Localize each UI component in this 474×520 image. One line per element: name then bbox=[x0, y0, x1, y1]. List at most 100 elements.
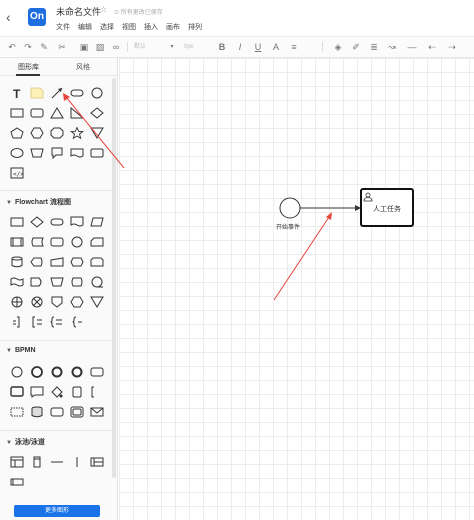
display-shape-icon[interactable] bbox=[30, 256, 44, 268]
bpmn-data-store-icon[interactable] bbox=[30, 406, 44, 418]
drawing-canvas[interactable] bbox=[119, 58, 474, 520]
data-shape-icon[interactable] bbox=[90, 216, 104, 228]
align-icon[interactable]: ≡ bbox=[288, 41, 300, 53]
manual-operation-shape-icon[interactable] bbox=[50, 276, 64, 288]
bracket-annotation-shape-icon[interactable] bbox=[30, 316, 44, 328]
clear-format-icon[interactable]: ✂ bbox=[56, 41, 68, 53]
horizontal-lane-icon[interactable] bbox=[10, 476, 24, 488]
link-icon[interactable]: ∞ bbox=[110, 41, 122, 53]
preparation-shape-icon[interactable] bbox=[70, 256, 84, 268]
annotation-shape-icon[interactable] bbox=[10, 316, 24, 328]
picture-icon[interactable]: ▨ bbox=[94, 41, 106, 53]
pentagon-shape-icon[interactable] bbox=[10, 127, 24, 139]
summing-junction-shape-icon[interactable] bbox=[10, 296, 24, 308]
merge-shape-icon[interactable] bbox=[90, 296, 104, 308]
menu-item-arrange[interactable]: 排列 bbox=[188, 22, 202, 32]
code-shape-icon[interactable]: </> bbox=[10, 167, 24, 179]
chevron-down-icon[interactable]: ▾ bbox=[166, 41, 178, 53]
off-page-connector-shape-icon[interactable] bbox=[50, 296, 64, 308]
line-style-icon[interactable]: ≣ bbox=[368, 41, 380, 53]
undo-icon[interactable]: ↶ bbox=[6, 41, 18, 53]
back-icon[interactable]: ‹ bbox=[6, 10, 18, 24]
trapezoid-shape-icon[interactable] bbox=[30, 147, 44, 159]
paper-tape-shape-icon[interactable] bbox=[10, 276, 24, 288]
rectangle-shape-icon[interactable] bbox=[10, 107, 24, 119]
brace-annotation-shape-icon[interactable] bbox=[50, 316, 64, 328]
tab-shape-library[interactable]: 图形库 bbox=[18, 62, 39, 72]
terminator-shape-icon[interactable] bbox=[50, 216, 64, 228]
underline-icon[interactable]: U bbox=[252, 41, 264, 53]
italic-icon[interactable]: I bbox=[234, 41, 246, 53]
hexagon-shape-icon[interactable] bbox=[30, 127, 44, 139]
predefined-process-shape-icon[interactable] bbox=[10, 236, 24, 248]
or-shape-icon[interactable] bbox=[30, 296, 44, 308]
right-triangle-shape-icon[interactable] bbox=[70, 107, 84, 119]
text-shape-icon[interactable]: T bbox=[10, 87, 24, 99]
bpmn-group-icon[interactable] bbox=[10, 406, 24, 418]
section-title-bpmn[interactable]: ▼ BPMN bbox=[6, 347, 36, 354]
horizontal-pool-icon[interactable] bbox=[10, 456, 24, 468]
menu-item-select[interactable]: 选择 bbox=[100, 22, 114, 32]
section-title-pool-lane[interactable]: ▼ 泳池/泳道 bbox=[6, 437, 45, 447]
bpmn-data-object-icon[interactable] bbox=[70, 386, 84, 398]
bpmn-message-icon[interactable] bbox=[90, 406, 104, 418]
speech-bubble-shape-icon[interactable] bbox=[50, 147, 64, 159]
menu-item-view[interactable]: 视图 bbox=[122, 22, 136, 32]
menu-item-insert[interactable]: 插入 bbox=[144, 22, 158, 32]
bpmn-transaction-icon[interactable] bbox=[70, 406, 84, 418]
bpmn-start-event-icon[interactable] bbox=[10, 366, 24, 378]
bpmn-subprocess-icon[interactable] bbox=[10, 386, 24, 398]
menu-item-file[interactable]: 文件 bbox=[56, 22, 70, 32]
fill-color-icon[interactable]: ◈ bbox=[332, 41, 344, 53]
bold-icon[interactable]: B bbox=[216, 41, 228, 53]
sequential-data-shape-icon[interactable] bbox=[90, 276, 104, 288]
rounded-square-shape-icon[interactable] bbox=[30, 107, 44, 119]
section-title-flowchart[interactable]: ▼ Flowchart 流程图 bbox=[6, 197, 71, 207]
database-shape-icon[interactable] bbox=[10, 256, 24, 268]
wave-shape-icon[interactable] bbox=[70, 147, 84, 159]
redo-icon[interactable]: ↷ bbox=[22, 41, 34, 53]
rounded-box-shape-icon[interactable] bbox=[90, 147, 104, 159]
bpmn-boundary-event-icon[interactable] bbox=[70, 366, 84, 378]
process-shape-icon[interactable] bbox=[10, 216, 24, 228]
arrow-start-icon[interactable]: ⇠ bbox=[426, 41, 438, 53]
bpmn-bracket-icon[interactable] bbox=[90, 386, 104, 398]
bpmn-intermediate-event-icon[interactable] bbox=[30, 366, 44, 378]
card-shape-icon[interactable] bbox=[90, 236, 104, 248]
font-family-select[interactable]: 默认 bbox=[134, 42, 146, 53]
line-width-icon[interactable]: — bbox=[406, 41, 418, 53]
triangle-shape-icon[interactable] bbox=[50, 107, 64, 119]
vertical-separator-icon[interactable] bbox=[70, 456, 84, 468]
line-color-icon[interactable]: ✐ bbox=[350, 41, 362, 53]
panel-scrollbar[interactable] bbox=[112, 78, 116, 478]
circle-shape-icon[interactable] bbox=[90, 87, 104, 99]
inverted-triangle-shape-icon[interactable] bbox=[90, 127, 104, 139]
bpmn-call-activity-icon[interactable] bbox=[30, 386, 44, 398]
font-color-icon[interactable]: A bbox=[270, 41, 282, 53]
loop-limit-shape-icon[interactable] bbox=[90, 256, 104, 268]
internal-storage-shape-icon[interactable] bbox=[50, 236, 64, 248]
bpmn-collapsed-subprocess-icon[interactable] bbox=[50, 406, 64, 418]
bpmn-gateway-icon[interactable] bbox=[50, 386, 64, 398]
diamond-shape-icon[interactable] bbox=[90, 107, 104, 119]
delay-shape-icon[interactable] bbox=[30, 276, 44, 288]
lane-icon[interactable] bbox=[90, 456, 104, 468]
manual-input-shape-icon[interactable] bbox=[50, 256, 64, 268]
menu-item-canvas[interactable]: 画布 bbox=[166, 22, 180, 32]
vertical-pool-icon[interactable] bbox=[30, 456, 44, 468]
tab-style[interactable]: 风格 bbox=[76, 62, 90, 72]
off-page-shape-icon[interactable] bbox=[70, 276, 84, 288]
note-shape-icon[interactable] bbox=[30, 87, 44, 99]
star-icon[interactable]: ☆ bbox=[100, 5, 107, 14]
connector-shape-icon[interactable] bbox=[70, 236, 84, 248]
arrow-end-icon[interactable]: ⇢ bbox=[446, 41, 458, 53]
octagon-shape-icon[interactable] bbox=[50, 127, 64, 139]
format-brush-icon[interactable]: ✎ bbox=[38, 41, 50, 53]
decision-shape-icon[interactable] bbox=[30, 216, 44, 228]
curly-brace-shape-icon[interactable] bbox=[70, 316, 84, 328]
collate-shape-icon[interactable] bbox=[70, 296, 84, 308]
document-title[interactable]: 未命名文件 bbox=[56, 5, 101, 18]
more-shapes-button[interactable]: 更多图形 bbox=[14, 505, 100, 517]
menu-item-edit[interactable]: 编辑 bbox=[78, 22, 92, 32]
bpmn-task-icon[interactable] bbox=[90, 366, 104, 378]
